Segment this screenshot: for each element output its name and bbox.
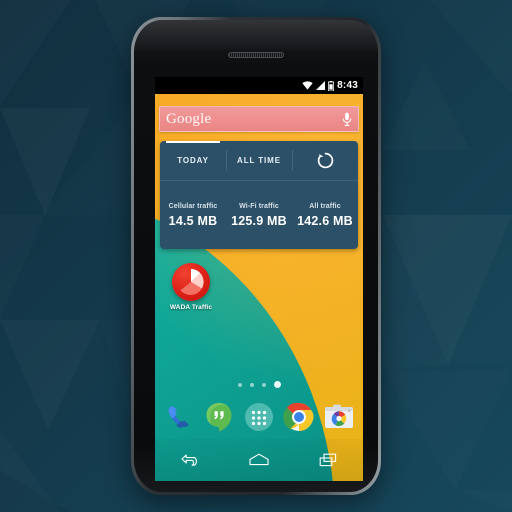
traffic-widget[interactable]: TODAY ALL TIME Cellular traffic 14.5 MB … [160, 141, 358, 249]
voice-search-button[interactable] [342, 112, 352, 127]
app-shortcut-label: WADA Traffic [169, 304, 213, 311]
phone-body: 8:43 Google TODAY ALL TIME Cellular traf… [134, 20, 378, 492]
stat-wifi-label: Wi-Fi traffic [239, 202, 279, 210]
widget-tab-bar: TODAY ALL TIME [160, 141, 358, 181]
page-dot-1[interactable] [237, 382, 242, 387]
google-search-bar[interactable]: Google [159, 106, 359, 132]
page-dot-3[interactable] [261, 382, 266, 387]
refresh-icon [317, 152, 333, 169]
stat-cellular-label: Cellular traffic [168, 202, 218, 210]
status-bar-clock: 8:43 [337, 79, 358, 91]
chrome-icon [283, 402, 314, 431]
stat-wifi-value: 125.9 MB [231, 213, 287, 228]
stat-cellular-value: 14.5 MB [168, 213, 218, 228]
stat-all-label: All traffic [309, 202, 341, 210]
recents-button[interactable] [311, 447, 345, 473]
dock-item-app-drawer[interactable] [242, 400, 276, 434]
dock-item-hangouts[interactable] [202, 400, 236, 434]
recents-icon [319, 453, 337, 467]
page-indicator [155, 381, 363, 388]
wifi-icon [302, 81, 313, 90]
hangouts-icon [206, 403, 232, 432]
bezel-gloss [134, 20, 378, 66]
microphone-icon [342, 112, 352, 126]
page-dot-4-active[interactable] [273, 381, 281, 388]
home-icon [249, 453, 269, 466]
dock-item-phone[interactable] [162, 400, 196, 434]
tab-all-time-label: ALL TIME [237, 156, 281, 165]
phone-device: 8:43 Google TODAY ALL TIME Cellular traf… [131, 17, 381, 495]
dock [155, 395, 363, 439]
refresh-button[interactable] [292, 141, 358, 180]
status-bar: 8:43 [155, 77, 363, 94]
phone-screen[interactable]: 8:43 Google TODAY ALL TIME Cellular traf… [155, 77, 363, 481]
back-button[interactable] [173, 447, 207, 473]
stat-cellular-traffic: Cellular traffic 14.5 MB [160, 203, 226, 228]
stat-all-traffic: All traffic 142.6 MB [292, 203, 358, 228]
screenshot-stage: 8:43 Google TODAY ALL TIME Cellular traf… [0, 0, 512, 512]
tab-today-label: TODAY [177, 156, 209, 165]
dock-item-camera[interactable] [322, 400, 356, 434]
app-drawer-icon [245, 403, 273, 431]
back-arrow-icon [181, 454, 197, 466]
camera-icon [325, 404, 353, 428]
dock-item-chrome[interactable] [282, 400, 316, 434]
earpiece-speaker [228, 52, 284, 58]
app-shortcut-wada-traffic[interactable]: WADA Traffic [163, 263, 219, 311]
stat-all-value: 142.6 MB [297, 213, 353, 228]
pie-chart-icon [180, 269, 204, 295]
tab-all-time[interactable]: ALL TIME [226, 141, 292, 180]
cellular-signal-icon [316, 81, 326, 90]
page-dot-2[interactable] [249, 382, 254, 387]
navigation-bar [155, 439, 363, 481]
google-logo-text: Google [166, 110, 212, 127]
phone-icon [168, 406, 189, 429]
battery-icon [328, 80, 335, 91]
tab-today[interactable]: TODAY [160, 141, 226, 180]
home-button[interactable] [242, 447, 276, 473]
app-icon [172, 263, 210, 301]
traffic-stats-row: Cellular traffic 14.5 MB Wi-Fi traffic 1… [160, 181, 358, 249]
stat-wifi-traffic: Wi-Fi traffic 125.9 MB [226, 203, 292, 228]
